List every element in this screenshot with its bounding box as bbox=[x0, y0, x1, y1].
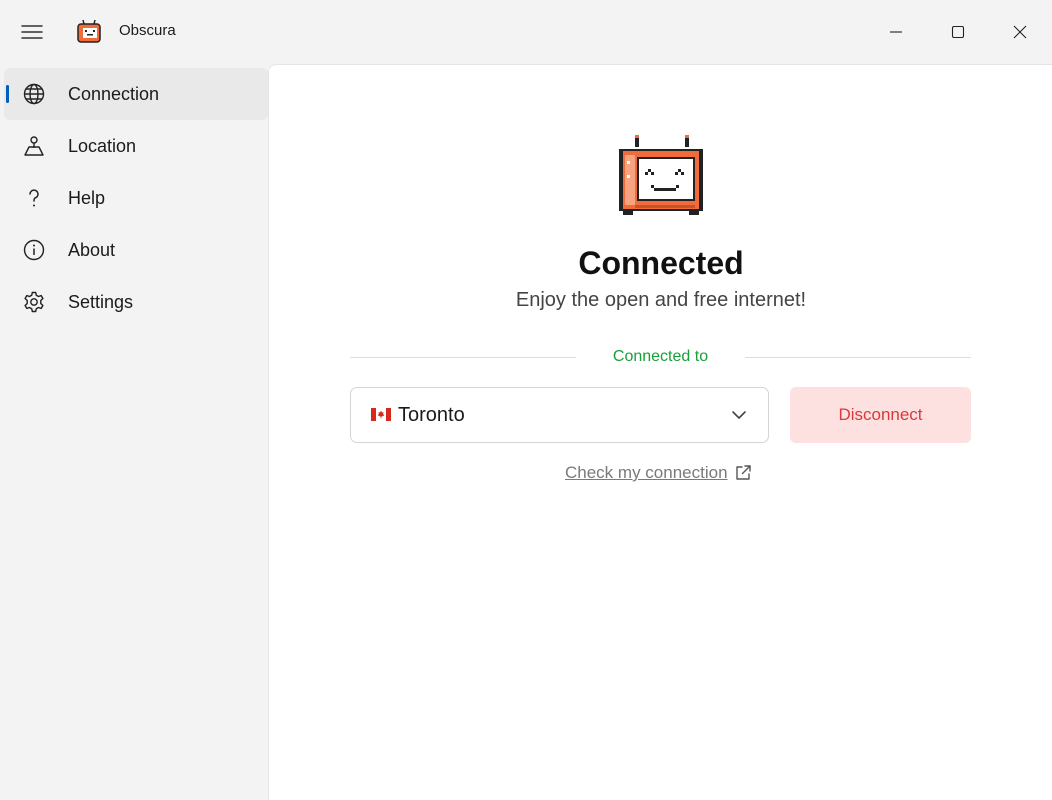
minimize-icon bbox=[890, 31, 902, 33]
main-panel: Connected Enjoy the open and free intern… bbox=[268, 64, 1052, 800]
sidebar-item-help[interactable]: Help bbox=[4, 172, 268, 224]
sidebar-item-label: About bbox=[68, 240, 116, 260]
minimize-button[interactable] bbox=[873, 12, 919, 52]
sidebar-item-label: Help bbox=[68, 188, 106, 208]
maximize-icon bbox=[951, 25, 965, 39]
info-icon bbox=[22, 238, 46, 262]
title-bar: Obscura bbox=[0, 0, 1052, 64]
divider-right bbox=[745, 357, 971, 358]
close-button[interactable] bbox=[997, 12, 1043, 52]
obscura-tv-logo-icon bbox=[615, 135, 707, 219]
connection-status-subtitle: Enjoy the open and free internet! bbox=[515, 289, 807, 311]
check-connection-link[interactable]: Check my connection bbox=[565, 463, 752, 483]
sidebar-item-location[interactable]: Location bbox=[4, 120, 268, 172]
external-link-icon bbox=[734, 464, 752, 482]
gear-icon bbox=[22, 290, 46, 314]
hamburger-menu-icon[interactable] bbox=[14, 18, 50, 46]
active-indicator bbox=[6, 85, 9, 103]
disconnect-button[interactable]: Disconnect bbox=[790, 387, 971, 443]
sidebar-item-settings[interactable]: Settings bbox=[4, 276, 268, 328]
connection-status-title: Connected bbox=[578, 245, 744, 281]
canada-flag-icon bbox=[371, 408, 391, 421]
app-title: Obscura bbox=[119, 22, 176, 39]
sidebar-item-label: Connection bbox=[68, 84, 160, 104]
connected-to-label: Connected to bbox=[612, 348, 709, 365]
chevron-down-icon bbox=[730, 406, 748, 424]
globe-icon bbox=[22, 82, 46, 106]
sidebar-item-label: Settings bbox=[68, 292, 134, 312]
close-icon bbox=[1013, 25, 1027, 39]
sidebar-item-connection[interactable]: Connection bbox=[4, 68, 268, 120]
sidebar-item-about[interactable]: About bbox=[4, 224, 268, 276]
obscura-tv-logo-icon bbox=[76, 19, 102, 45]
location-dropdown[interactable]: Toronto bbox=[350, 387, 769, 443]
sidebar: Connection Location Help About Settings bbox=[0, 64, 268, 800]
question-icon bbox=[22, 186, 46, 210]
check-connection-label: Check my connection bbox=[565, 463, 728, 482]
divider-left bbox=[350, 357, 576, 358]
sidebar-item-label: Location bbox=[68, 136, 137, 156]
selected-location: Toronto bbox=[398, 404, 465, 426]
location-pin-icon bbox=[22, 134, 46, 158]
maximize-button[interactable] bbox=[935, 12, 981, 52]
